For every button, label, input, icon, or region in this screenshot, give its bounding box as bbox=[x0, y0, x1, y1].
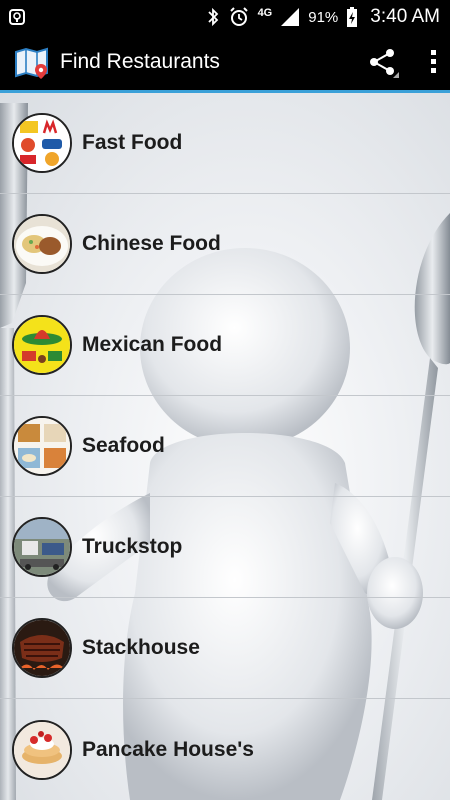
truckstop-thumbnail bbox=[12, 517, 72, 577]
list-item-label: Fast Food bbox=[82, 131, 183, 154]
network-type: 4G bbox=[257, 7, 273, 19]
chinese-food-thumbnail bbox=[12, 214, 72, 274]
category-list-area[interactable]: Fast Food Chinese Food Mexican Food Seaf… bbox=[0, 93, 450, 800]
list-item-fast-food[interactable]: Fast Food bbox=[0, 93, 450, 194]
list-item-mexican-food[interactable]: Mexican Food bbox=[0, 295, 450, 396]
list-item-label: Mexican Food bbox=[82, 333, 223, 356]
list-item-label: Chinese Food bbox=[82, 232, 221, 255]
mexican-food-thumbnail bbox=[12, 315, 72, 375]
app-title: Find Restaurants bbox=[60, 50, 220, 73]
battery-percent: 91% bbox=[308, 8, 339, 26]
cell-signal-icon bbox=[280, 7, 300, 27]
category-list: Fast Food Chinese Food Mexican Food Seaf… bbox=[0, 93, 450, 800]
status-time: 3:40 AM bbox=[370, 6, 440, 27]
bluetooth-icon bbox=[206, 7, 220, 27]
status-bar: 4G 91% 3:40 AM bbox=[0, 0, 450, 34]
signal-status-icon bbox=[8, 8, 26, 26]
list-item-label: Pancake House's bbox=[82, 737, 254, 761]
alarm-icon bbox=[228, 6, 250, 28]
share-icon[interactable] bbox=[366, 45, 400, 79]
list-item-seafood[interactable]: Seafood bbox=[0, 396, 450, 497]
list-item-chinese-food[interactable]: Chinese Food bbox=[0, 194, 450, 295]
list-item-label: Seafood bbox=[82, 434, 165, 457]
list-item-label: Stackhouse bbox=[82, 636, 200, 659]
seafood-thumbnail bbox=[12, 416, 72, 476]
map-pin-icon bbox=[14, 44, 50, 80]
list-item-label: Truckstop bbox=[82, 535, 183, 558]
overflow-menu-icon[interactable] bbox=[430, 48, 438, 76]
list-item-pancake-houses[interactable]: Pancake House's bbox=[0, 699, 450, 800]
list-item-truckstop[interactable]: Truckstop bbox=[0, 497, 450, 598]
fast-food-thumbnail bbox=[12, 113, 72, 173]
battery-charging-icon bbox=[346, 6, 358, 28]
stackhouse-thumbnail bbox=[12, 618, 72, 678]
app-bar: Find Restaurants bbox=[0, 34, 450, 90]
pancake-house-thumbnail bbox=[12, 719, 72, 780]
list-item-stackhouse[interactable]: Stackhouse bbox=[0, 598, 450, 699]
